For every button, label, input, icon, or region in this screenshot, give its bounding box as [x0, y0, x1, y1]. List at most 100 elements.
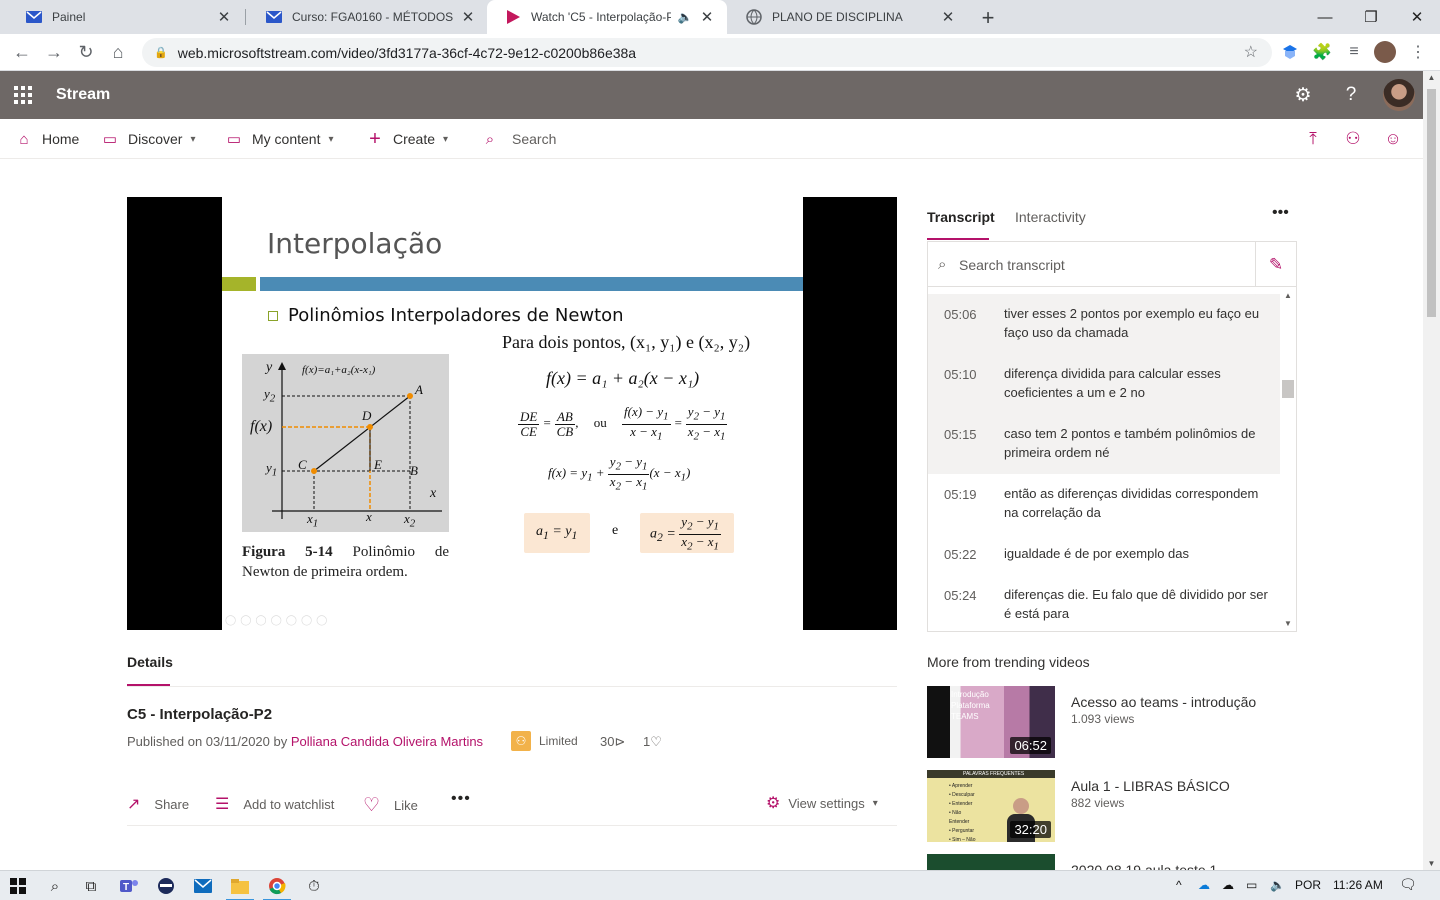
video-thumbnail[interactable]: PALAVRAS FREQUENTES • Aprender • Desculpa… — [927, 770, 1055, 842]
address-bar[interactable]: 🔒 web.microsoftstream.com/video/3fd3177a… — [142, 38, 1272, 67]
help-icon[interactable]: ? — [1339, 83, 1363, 107]
transcript-entry[interactable]: 05:19 então as diferenças divididas corr… — [928, 474, 1280, 534]
browser-tab-watch[interactable]: Watch 'C5 - Interpolação-P2' 🔈 ✕ — [487, 0, 727, 34]
add-to-watchlist-button[interactable]: ☰ Add to watchlist — [215, 794, 334, 814]
video-duration: 32:20 — [1010, 821, 1051, 838]
trending-video-title[interactable]: Aula 1 - LIBRAS BÁSICO — [1071, 778, 1230, 794]
view-settings-button[interactable]: ⚙ View settings ▾ — [766, 793, 878, 813]
page-scrollbar[interactable]: ▲ ▼ — [1423, 71, 1440, 870]
like-button[interactable]: ♡ Like — [363, 794, 418, 817]
author-link[interactable]: Polliana Candida Oliveira Martins — [291, 734, 483, 749]
language-indicator[interactable]: POR — [1295, 878, 1321, 892]
feedback-smile-icon[interactable]: ☺ — [1381, 127, 1405, 151]
home-icon[interactable]: ⌂ — [106, 40, 130, 64]
chrome-icon[interactable] — [266, 875, 288, 897]
forward-icon[interactable]: → — [42, 40, 66, 64]
nav-search[interactable]: ⌕ Search — [482, 119, 557, 159]
transcript-time[interactable]: 05:22 — [944, 547, 977, 562]
file-explorer-icon[interactable] — [229, 875, 251, 897]
menu-icon[interactable]: ⋮ — [1407, 41, 1429, 63]
edit-pencil-icon[interactable]: ✎ — [1255, 242, 1296, 287]
windows-start-icon[interactable] — [7, 875, 29, 897]
teams-icon[interactable]: T — [118, 875, 140, 897]
transcript-scrollbar[interactable]: ▲ ▼ — [1280, 288, 1296, 631]
search-icon: ⌕ — [485, 130, 495, 148]
scrollbar-thumb[interactable] — [1427, 89, 1436, 317]
puzzle-icon[interactable]: 🧩 — [1311, 41, 1333, 63]
divider — [127, 825, 897, 826]
browser-edge-icon[interactable] — [155, 875, 177, 897]
scrollbar-thumb[interactable] — [1282, 380, 1294, 398]
chevron-up-icon[interactable]: ^ — [1176, 878, 1182, 892]
cloud-sync-icon[interactable]: ☁ — [1222, 878, 1234, 892]
scroll-down-icon[interactable]: ▼ — [1280, 619, 1296, 628]
transcript-entry[interactable]: 05:10 diferença dividida para calcular e… — [928, 354, 1280, 414]
like-label: Like — [394, 798, 418, 813]
svg-text:T: T — [123, 882, 129, 893]
browser-tab-painel[interactable]: Painel ✕ — [8, 0, 244, 34]
speaker-icon[interactable]: 🔈 — [677, 10, 693, 24]
media-icon[interactable]: ≡ — [1343, 41, 1365, 63]
network-icon[interactable]: ▭ — [1246, 878, 1257, 892]
maximize-button[interactable]: ❐ — [1348, 0, 1394, 34]
tab-details[interactable]: Details — [127, 654, 173, 670]
video-controls-faint[interactable]: ◯◯◯◯◯◯◯ — [225, 615, 331, 626]
task-view-icon[interactable]: ⧉ — [80, 875, 102, 897]
nav-discover[interactable]: ▭ Discover ▾ — [102, 119, 196, 159]
app-launcher-icon[interactable] — [14, 86, 32, 104]
more-icon[interactable]: ••• — [1272, 204, 1289, 222]
close-icon[interactable]: ✕ — [940, 8, 956, 26]
close-icon[interactable]: ✕ — [699, 8, 715, 26]
avatar[interactable] — [1383, 79, 1415, 111]
close-icon[interactable]: ✕ — [460, 8, 476, 26]
tab-interactivity[interactable]: Interactivity — [1015, 209, 1086, 225]
extension-icon[interactable] — [1279, 41, 1301, 63]
close-icon[interactable]: ✕ — [216, 8, 232, 26]
more-options-button[interactable]: ••• — [451, 790, 471, 808]
video-thumbnail[interactable] — [927, 854, 1055, 870]
trending-video-title[interactable]: Acesso ao teams - introdução — [1071, 694, 1256, 710]
trending-video-title[interactable]: 2020 08 19 aula teste 1 — [1071, 862, 1217, 870]
published-info: Published on 03/11/2020 by Polliana Cand… — [127, 734, 483, 749]
star-icon[interactable]: ☆ — [1244, 42, 1258, 62]
formula-or: ou — [593, 415, 607, 431]
settings-icon[interactable]: ⚙ — [1291, 83, 1315, 107]
brand-name[interactable]: Stream — [56, 86, 110, 104]
video-title: C5 - Interpolação-P2 — [127, 706, 273, 723]
transcript-time[interactable]: 05:10 — [944, 367, 977, 382]
onedrive-icon[interactable]: ☁ — [1198, 878, 1210, 892]
new-tab-button[interactable]: + — [976, 5, 1000, 31]
nav-create[interactable]: + Create ▾ — [367, 119, 448, 159]
video-player[interactable]: Interpolação Polinômios Interpoladores d… — [127, 197, 897, 630]
video-thumbnail[interactable]: Introdução Plataforma TEAMS 06:52 — [927, 686, 1055, 758]
share-button[interactable]: ↗ Share — [127, 794, 189, 814]
profile-avatar[interactable] — [1374, 41, 1396, 63]
app-clock-icon[interactable]: ⏱ — [303, 875, 325, 897]
nav-my-content[interactable]: ▭ My content ▾ — [226, 119, 334, 159]
transcript-entry[interactable]: 05:24 diferenças die. Eu falo que dê div… — [928, 575, 1280, 631]
nav-home[interactable]: ⌂ Home — [16, 119, 79, 159]
scroll-up-icon[interactable]: ▲ — [1280, 291, 1296, 300]
volume-icon[interactable]: 🔈 — [1270, 878, 1285, 892]
notifications-icon[interactable]: 🗨 — [1399, 876, 1417, 893]
minimize-button[interactable]: — — [1302, 0, 1348, 34]
clock[interactable]: 11:26 AM — [1333, 878, 1383, 892]
browser-tab-curso[interactable]: Curso: FGA0160 - MÉTODOS NUMÉRICOS ✕ — [248, 0, 488, 34]
window-close-button[interactable]: ✕ — [1394, 0, 1440, 34]
transcript-time[interactable]: 05:24 — [944, 588, 977, 603]
transcript-time[interactable]: 05:19 — [944, 487, 977, 502]
transcript-time[interactable]: 05:15 — [944, 427, 977, 442]
transcript-entry[interactable]: 05:15 caso tem 2 pontos e também polinôm… — [928, 414, 1280, 474]
browser-tab-plano[interactable]: PLANO DE DISCIPLINA ✕ — [728, 0, 968, 34]
transcript-search-input[interactable]: Search transcript — [959, 257, 1065, 273]
upload-icon[interactable]: ⤒ — [1301, 127, 1325, 151]
mail-icon[interactable] — [192, 875, 214, 897]
reload-icon[interactable]: ↻ — [74, 40, 98, 64]
back-icon[interactable]: ← — [10, 40, 34, 64]
search-icon[interactable]: ⌕ — [44, 875, 66, 897]
thumbnail-list: • Aprender • Desculpar • Entender • Não Ent… — [949, 783, 976, 842]
transcript-time[interactable]: 05:06 — [944, 307, 977, 322]
tab-transcript[interactable]: Transcript — [927, 209, 995, 225]
people-icon[interactable]: ⚇ — [1341, 127, 1365, 151]
transcript-entry[interactable]: 05:06 tiver esses 2 pontos por exemplo e… — [928, 294, 1280, 354]
